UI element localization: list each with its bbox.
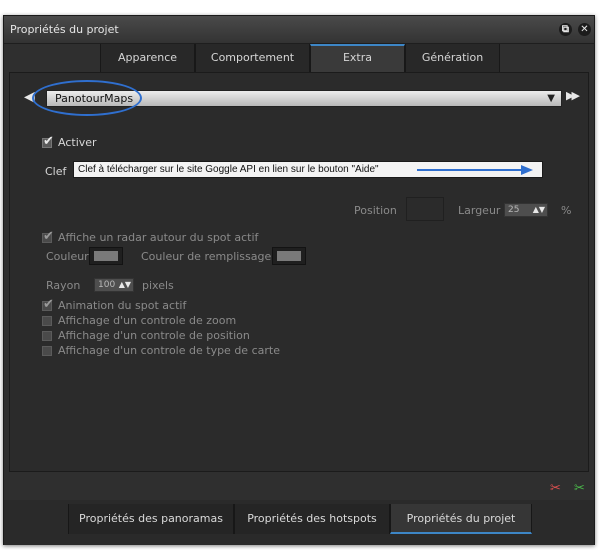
percent-label: % — [561, 204, 572, 217]
tab-hotspots[interactable]: Propriétés des hotspots — [234, 504, 390, 534]
tab-apparence[interactable]: Apparence — [100, 44, 195, 72]
title-bar: Propriétés du projet ⧉ ✕ — [4, 16, 594, 44]
couleur-label: Couleur — [46, 250, 89, 263]
radar-row: ✔ Affiche un radar autour du spot actif — [42, 229, 259, 244]
animation-checkbox[interactable]: ✔ — [42, 297, 54, 312]
bottom-tab-bar: Propriétés des panoramas Propriétés des … — [68, 504, 532, 534]
option-row: Affichage d'un controle de type de carte — [42, 344, 280, 357]
next-plugin-icon[interactable]: ▶▶ — [566, 89, 580, 102]
option-row: Affichage d'un controle de position — [42, 329, 250, 342]
stepper-arrows-icon: ▲▼ — [118, 280, 131, 289]
map-type-control-checkbox[interactable] — [42, 345, 52, 356]
restore-icon[interactable]: ⧉ — [559, 23, 572, 36]
check-icon: ✔ — [43, 296, 54, 312]
position-selector[interactable] — [406, 197, 444, 221]
couleur-remplissage-label: Couleur de remplissage — [141, 250, 272, 263]
activer-label: Activer — [58, 136, 97, 149]
largeur-label: Largeur — [458, 204, 501, 217]
radar-label: Affiche un radar autour du spot actif — [58, 231, 259, 244]
option-label: Animation du spot actif — [58, 299, 187, 312]
check-icon: ✔ — [43, 228, 54, 244]
window-title: Propriétés du projet — [10, 23, 119, 36]
option-row: ✔ Animation du spot actif — [42, 297, 187, 312]
annotation-arrow — [417, 165, 533, 175]
chevron-down-icon: ▼ — [547, 93, 555, 104]
activer-checkbox[interactable]: ✔ — [42, 134, 54, 149]
tab-generation[interactable]: Génération — [405, 44, 500, 72]
top-tab-bar: Apparence Comportement Extra Génération — [100, 44, 500, 72]
tab-extra[interactable]: Extra — [310, 44, 405, 72]
project-properties-window: Propriétés du projet ⧉ ✕ Apparence Compo… — [3, 15, 595, 545]
zoom-control-checkbox[interactable] — [42, 315, 52, 326]
couleur-swatch[interactable] — [89, 247, 123, 265]
annotation-ellipse — [32, 80, 142, 116]
rayon-stepper[interactable]: 100 ▲▼ — [94, 278, 134, 292]
option-label: Affichage d'un controle de type de carte — [58, 344, 280, 357]
position-label: Position — [354, 204, 397, 217]
option-label: Affichage d'un controle de zoom — [58, 314, 237, 327]
largeur-value: 25 — [508, 205, 520, 215]
apply-filter-icon[interactable]: ✂ — [574, 481, 585, 496]
tab-comportement[interactable]: Comportement — [195, 44, 310, 72]
activer-row: ✔ Activer — [42, 134, 97, 149]
clef-label: Clef — [45, 165, 67, 178]
option-row: Affichage d'un controle de zoom — [42, 314, 236, 327]
position-control-checkbox[interactable] — [42, 330, 52, 341]
couleur-remplissage-swatch[interactable] — [272, 247, 306, 265]
extra-panel: ◀ PanotourMaps ▼ ▶▶ ✔ Activer Clef Clef … — [9, 72, 589, 472]
rayon-value: 100 — [98, 280, 116, 290]
close-icon[interactable]: ✕ — [578, 23, 591, 36]
pixels-label: pixels — [142, 279, 174, 292]
largeur-stepper[interactable]: 25 ▲▼ — [504, 203, 548, 217]
check-icon: ✔ — [43, 133, 54, 149]
stepper-arrows-icon: ▲▼ — [532, 205, 545, 214]
tab-panoramas[interactable]: Propriétés des panoramas — [68, 504, 234, 534]
rayon-label: Rayon — [46, 279, 81, 292]
option-label: Affichage d'un controle de position — [58, 329, 250, 342]
tab-project[interactable]: Propriétés du projet — [390, 504, 532, 534]
clef-input-value: Clef à télécharger sur le site Goggle AP… — [78, 164, 379, 175]
radar-checkbox[interactable]: ✔ — [42, 229, 54, 244]
remove-filter-icon[interactable]: ✂ — [550, 481, 561, 496]
